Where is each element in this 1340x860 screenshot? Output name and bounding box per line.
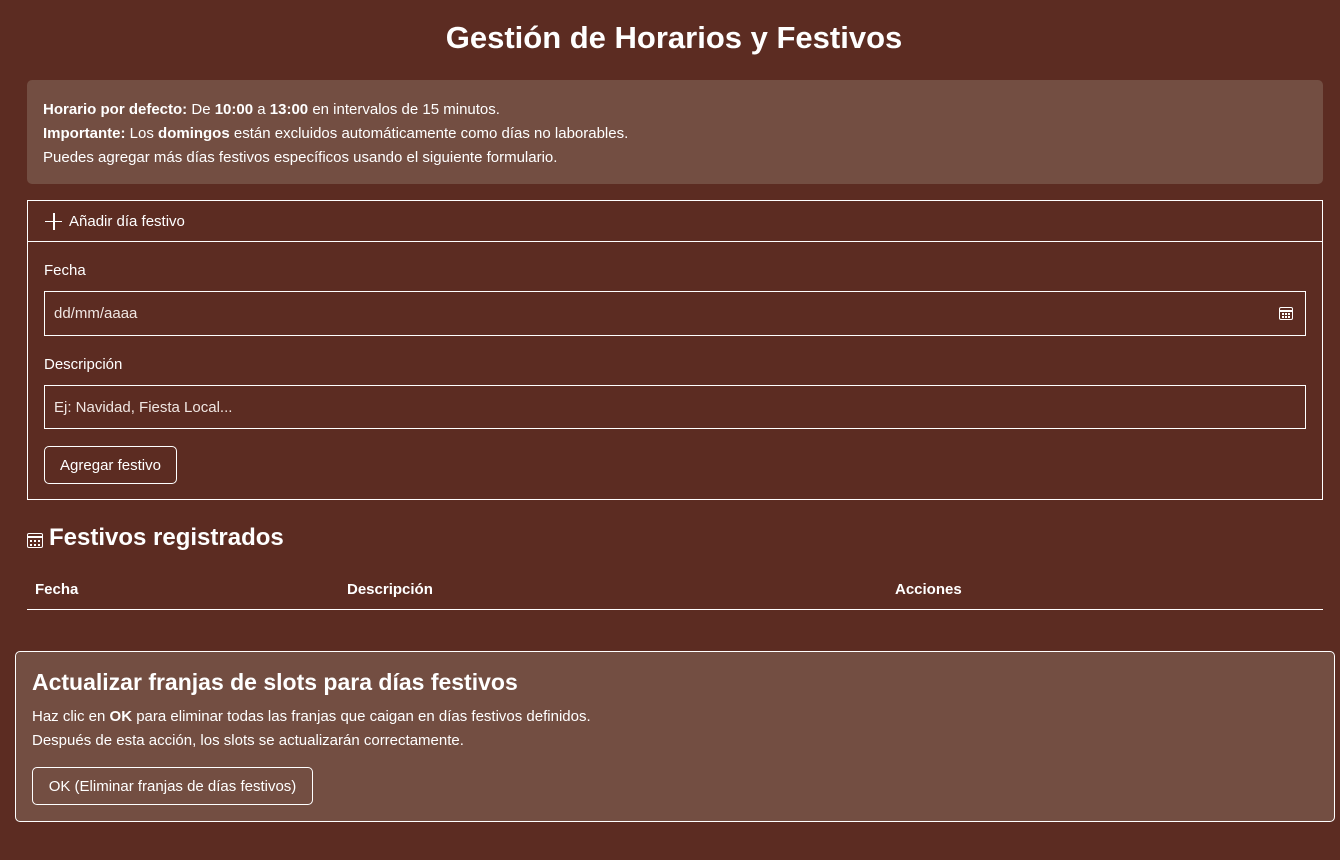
page-title: Gestión de Horarios y Festivos bbox=[445, 20, 903, 55]
add-holiday-title: Añadir día festivo bbox=[69, 212, 185, 230]
column-header-description: Descripción bbox=[347, 581, 433, 598]
date-input[interactable]: dd/mm/aaaa bbox=[44, 291, 1306, 336]
date-label: Fecha bbox=[44, 262, 86, 279]
add-holiday-card: Añadir día festivo Fecha dd/mm/aaaa Desc… bbox=[27, 200, 1323, 500]
description-input[interactable]: Ej: Navidad, Fiesta Local... bbox=[44, 385, 1306, 429]
calendar-icon[interactable] bbox=[1279, 307, 1293, 320]
column-header-actions: Acciones bbox=[895, 581, 962, 598]
update-line-after: Después de esta acción, los slots se act… bbox=[32, 732, 464, 749]
holidays-table-header: Fecha Descripción Acciones bbox=[27, 576, 1323, 610]
description-placeholder: Ej: Navidad, Fiesta Local... bbox=[54, 398, 233, 416]
description-label: Descripción bbox=[44, 356, 123, 373]
registered-holidays-heading: Festivos registrados bbox=[27, 524, 284, 552]
add-holiday-button[interactable]: Agregar festivo bbox=[44, 446, 177, 484]
date-placeholder: dd/mm/aaaa bbox=[54, 305, 138, 322]
info-line-sundays: Importante: Los domingos están excluidos… bbox=[43, 125, 629, 142]
update-slots-panel: Actualizar franjas de slots para días fe… bbox=[15, 651, 1335, 822]
default-schedule-info: Horario por defecto: De 10:00 a 13:00 en… bbox=[27, 80, 1323, 184]
calendar-icon bbox=[27, 532, 43, 548]
update-slots-text: Haz clic en OK para eliminar todas las f… bbox=[32, 705, 591, 753]
registered-holidays-title: Festivos registrados bbox=[49, 524, 284, 551]
plus-icon bbox=[45, 212, 62, 230]
info-line-schedule: Horario por defecto: De 10:00 a 13:00 en… bbox=[43, 101, 500, 118]
column-header-date: Fecha bbox=[35, 581, 79, 598]
update-line-ok: Haz clic en OK para eliminar todas las f… bbox=[32, 708, 591, 725]
update-slots-title: Actualizar franjas de slots para días fe… bbox=[32, 669, 518, 695]
add-holiday-header: Añadir día festivo bbox=[28, 201, 1322, 242]
delete-holiday-slots-button[interactable]: OK (Eliminar franjas de días festivos) bbox=[32, 767, 313, 805]
info-line-hint: Puedes agregar más días festivos específ… bbox=[43, 149, 558, 166]
